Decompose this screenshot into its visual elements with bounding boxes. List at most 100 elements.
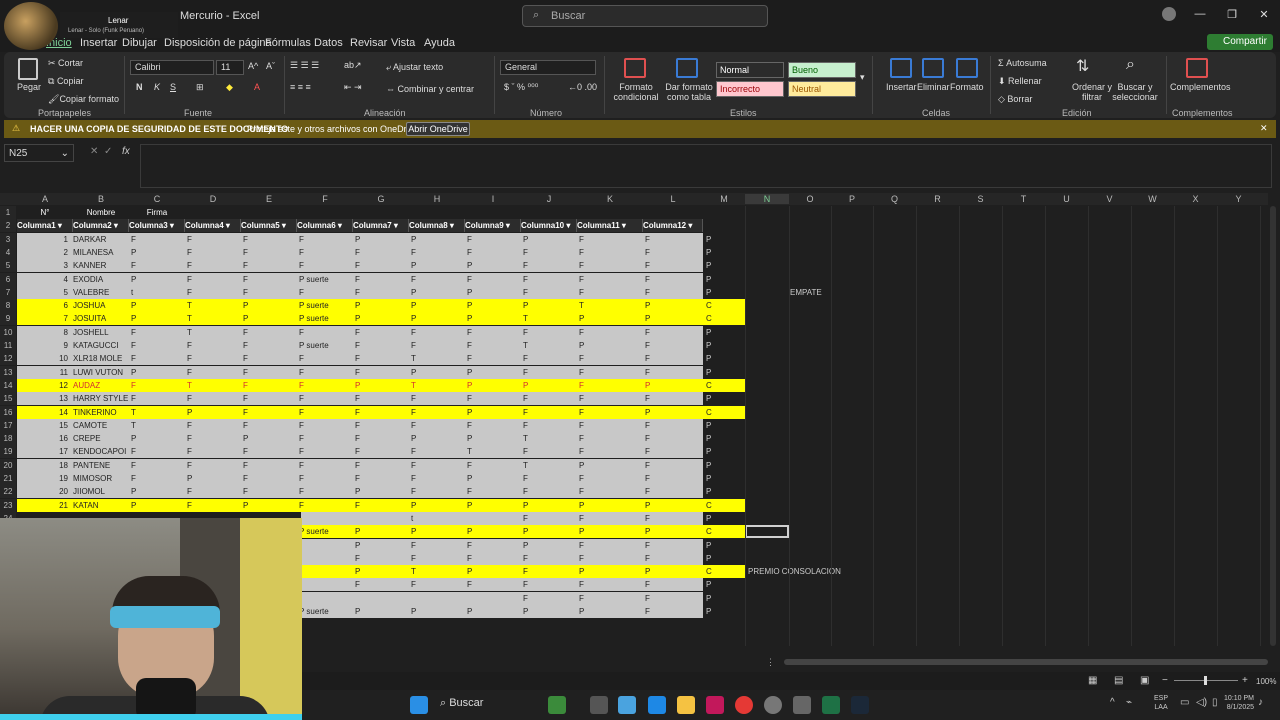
vertical-scrollbar[interactable] [1270,206,1276,646]
format-icon[interactable] [956,58,978,78]
table-header-cell[interactable]: Columna1 ▾ [17,219,73,233]
cell-number[interactable]: 11 [17,366,72,379]
cell[interactable]: F [299,246,355,259]
cell[interactable]: F [299,485,355,498]
cell[interactable]: F [579,592,645,605]
cell[interactable]: F [579,259,645,272]
column-header-F[interactable]: F [297,194,353,204]
cell-number[interactable]: 8 [17,326,72,339]
column-header-X[interactable]: X [1174,194,1217,204]
close-button[interactable]: ✕ [1256,8,1272,24]
cell[interactable]: F [579,392,645,405]
cell-number[interactable]: 17 [17,445,72,458]
cell[interactable]: F [355,352,411,365]
cell[interactable]: F [299,379,355,392]
cell[interactable]: F [579,406,645,419]
cell[interactable]: P [523,539,579,552]
styles-more-icon[interactable]: ▾ [860,72,865,83]
close-notification-icon[interactable]: ✕ [1260,123,1268,134]
row-number[interactable]: 3 [0,232,16,246]
column-header-H[interactable]: H [409,194,465,204]
volume-icon[interactable]: ◁) [1196,697,1207,708]
cell[interactable]: P [579,312,645,325]
cell-result[interactable]: P [706,432,736,445]
cell[interactable]: F [299,472,355,485]
cell[interactable]: F [131,392,187,405]
row-number[interactable]: 9 [0,312,16,326]
column-header-Y[interactable]: Y [1217,194,1260,204]
cell[interactable]: F [243,379,299,392]
cancel-formula-icon[interactable]: ✕ [90,146,98,157]
cell[interactable]: F [299,419,355,432]
cell[interactable]: F [467,326,523,339]
column-header-O[interactable]: O [789,194,831,204]
cell[interactable]: F [523,512,579,525]
cell-number[interactable]: 3 [17,259,72,272]
cell[interactable]: F [411,472,467,485]
cell[interactable]: F [355,499,411,512]
cell-result[interactable]: P [706,578,736,591]
cell[interactable]: P [131,273,187,286]
sort-filter-icon[interactable]: ⇅ [1076,56,1089,76]
row-number[interactable]: 1 [0,206,16,219]
column-header-P[interactable]: P [831,194,873,204]
cell[interactable]: P [523,379,579,392]
currency-icon[interactable]: $ ˇ % ⁰⁰⁰ [504,82,538,93]
cell-result[interactable]: C [706,565,736,578]
number-format-select[interactable]: General [500,60,596,75]
table-header-cell[interactable]: Columna7 ▾ [353,219,409,233]
cell-number[interactable]: 10 [17,352,72,365]
cell[interactable]: F [523,326,579,339]
cell[interactable]: F [523,445,579,458]
cell[interactable]: P [467,299,523,312]
cell[interactable]: P suerte [299,299,355,312]
selected-cell[interactable] [745,525,789,539]
cell[interactable]: F [243,419,299,432]
cell[interactable]: F [579,578,645,591]
zoom-in-icon[interactable]: + [1242,675,1248,686]
cell[interactable]: F [579,445,645,458]
cell[interactable]: F [523,259,579,272]
cell[interactable]: F [411,419,467,432]
cell-name[interactable]: KANNER [73,259,129,272]
cell[interactable]: P [645,406,705,419]
column-header-S[interactable]: S [959,194,1002,204]
cell[interactable]: P [411,499,467,512]
cell[interactable]: P [411,286,467,299]
cell-result[interactable]: P [706,366,736,379]
italic-button[interactable]: K [154,82,160,92]
autosum-button[interactable]: Σ Autosuma [998,58,1047,68]
tab-dibujar[interactable]: Dibujar [122,37,157,49]
language-indicator[interactable]: ESP LAA [1154,694,1168,712]
cell[interactable]: P [355,233,411,246]
cell[interactable]: F [187,445,243,458]
cell[interactable]: F [299,459,355,472]
cell-result[interactable]: P [706,392,736,405]
cell[interactable]: F [523,578,579,591]
cell-name[interactable]: CREPE [73,432,129,445]
cell[interactable]: F [523,286,579,299]
cell[interactable]: F [467,485,523,498]
column-header-E[interactable]: E [241,194,297,204]
indent-icon[interactable]: ⇤ ⇥ [344,82,362,93]
cell[interactable]: P [411,432,467,445]
cell-result[interactable]: P [706,286,736,299]
cell-number[interactable]: 20 [17,485,72,498]
cell-name[interactable]: LUWI VUTON [73,366,129,379]
conditional-format-icon[interactable] [624,58,646,78]
music-app-icon[interactable] [706,696,724,714]
cell[interactable]: F [131,459,187,472]
cell[interactable]: F [299,432,355,445]
cell[interactable]: T [131,406,187,419]
table-header-cell[interactable]: Columna10 ▾ [521,219,577,233]
table-header-cell[interactable]: Columna11 ▾ [577,219,643,233]
formula-input[interactable] [140,144,1272,188]
cell[interactable]: F [299,392,355,405]
row-number[interactable]: 6 [0,272,16,286]
cell[interactable]: T [523,459,579,472]
cell-result[interactable]: P [706,539,736,552]
cell[interactable]: F [579,419,645,432]
cell[interactable]: F [299,352,355,365]
app-icon[interactable] [793,696,811,714]
format-painter-button[interactable]: 🖌Copiar formato [48,94,119,105]
